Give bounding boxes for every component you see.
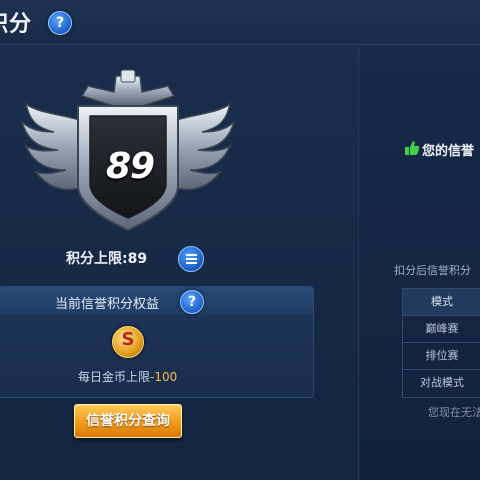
benefits-header: 当前信誉积分权益 <box>0 287 313 315</box>
list-icon[interactable] <box>178 246 204 272</box>
gold-coin-icon: S <box>112 326 144 358</box>
deduct-description: 扣分后信誉积分 <box>394 264 471 277</box>
mode-table: 模式 巅峰赛 排位赛 对战模式 <box>402 288 480 398</box>
mode-row: 对战模式 <box>420 376 464 389</box>
credit-query-button[interactable]: 信誉积分查询 <box>74 404 182 438</box>
benefits-title: 当前信誉积分权益 <box>55 297 160 312</box>
coin-limit-value: -100 <box>150 370 178 384</box>
score-limit-label: 积分上限:89 <box>66 251 148 267</box>
benefits-help-icon[interactable]: ? <box>180 290 204 314</box>
credit-status-message: 您的信誉 <box>422 144 475 159</box>
page-title: 积分 <box>0 12 33 37</box>
mode-table-header: 模式 <box>403 289 480 316</box>
mode-row: 巅峰赛 <box>403 316 480 343</box>
restriction-text: 您现在无法 <box>428 406 480 419</box>
header-bar: 积分 ? <box>0 0 480 45</box>
coin-limit-label: 每日金币上限 <box>78 370 151 384</box>
daily-coin-limit: 每日金币上限-100 <box>78 368 177 385</box>
coin-symbol: S <box>121 329 135 350</box>
credit-score: 89 <box>105 146 155 187</box>
mode-row: 排位赛 <box>403 343 480 370</box>
thumbs-up-icon <box>405 141 419 155</box>
help-icon[interactable]: ? <box>48 11 72 35</box>
